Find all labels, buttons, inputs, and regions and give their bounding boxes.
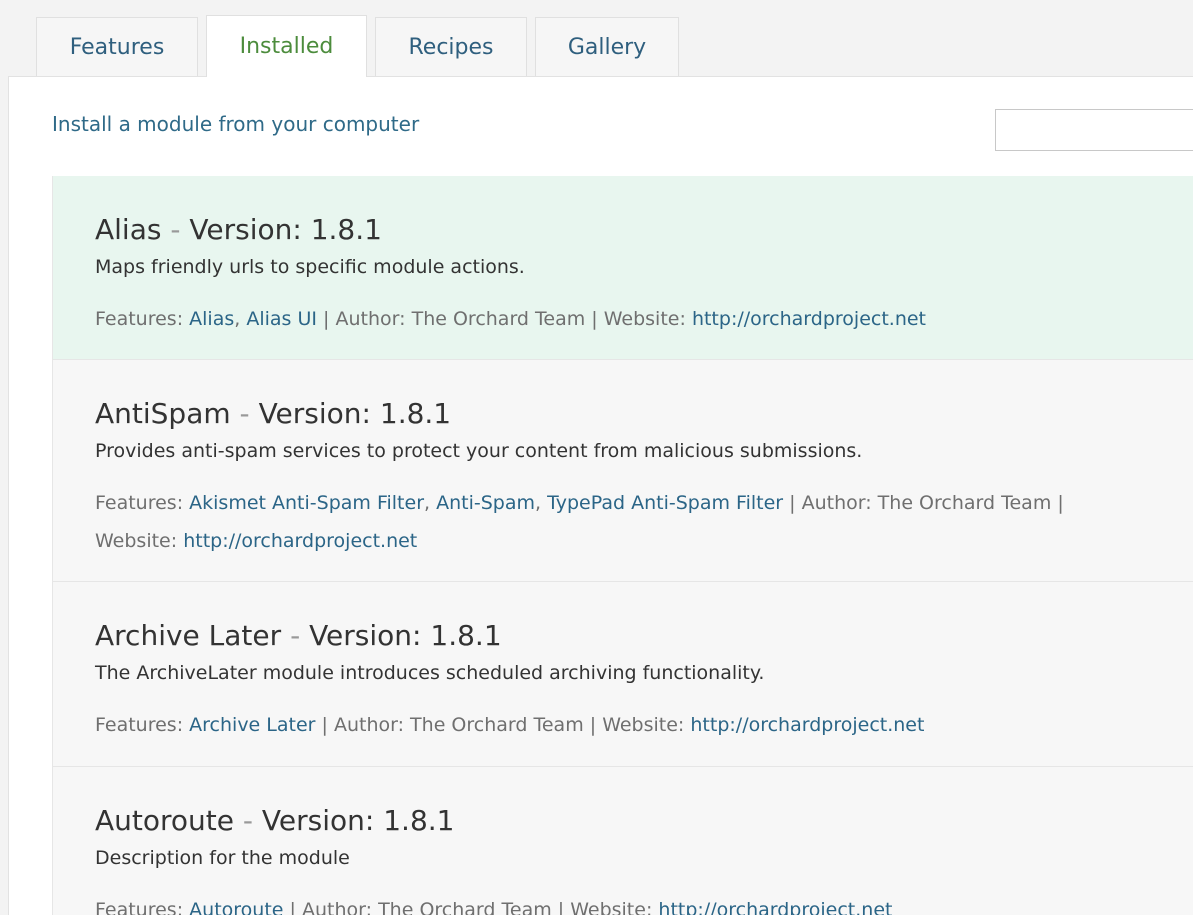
module-name: AntiSpam [95, 397, 231, 430]
module-item-autoroute: Autoroute - Version: 1.8.1 Description f… [53, 767, 1193, 915]
website-link[interactable]: http://orchardproject.net [690, 714, 924, 736]
search-input[interactable] [995, 109, 1193, 151]
website-link[interactable]: http://orchardproject.net [692, 308, 926, 330]
module-author: The Orchard Team [378, 899, 552, 915]
module-version: 1.8.1 [310, 213, 382, 246]
title-separator: - [170, 213, 181, 246]
tab-recipes[interactable]: Recipes [375, 17, 527, 77]
website-label: Website: [95, 530, 178, 552]
module-item-antispam: AntiSpam - Version: 1.8.1 Provides anti-… [53, 360, 1193, 582]
website-link[interactable]: http://orchardproject.net [658, 899, 892, 915]
website-label: Website: [603, 308, 686, 330]
module-name: Alias [95, 213, 162, 246]
module-version: 1.8.1 [383, 804, 455, 837]
module-author: The Orchard Team [411, 308, 586, 330]
features-label: Features: [95, 714, 184, 736]
feature-link-akismet[interactable]: Akismet Anti-Spam Filter [189, 492, 424, 514]
version-label: Version: [309, 619, 422, 652]
module-title: Autoroute - Version: 1.8.1 [95, 803, 1193, 839]
features-label: Features: [95, 492, 184, 514]
version-label: Version: [261, 804, 375, 837]
website-label: Website: [570, 899, 653, 915]
website-link[interactable]: http://orchardproject.net [183, 530, 417, 552]
module-item-archive-later: Archive Later - Version: 1.8.1 The Archi… [53, 582, 1193, 767]
author-label: Author: [801, 492, 872, 514]
installed-panel: Install a module from your computer Alia… [8, 76, 1193, 915]
module-meta: Features: Akismet Anti-Spam Filter, Anti… [95, 492, 1064, 552]
author-label: Author: [301, 899, 373, 915]
title-separator: - [290, 619, 301, 652]
module-version: 1.8.1 [430, 619, 502, 652]
tab-bar: Features Installed Recipes Gallery [36, 15, 687, 77]
module-list: Alias - Version: 1.8.1 Maps friendly url… [52, 176, 1193, 915]
author-label: Author: [333, 714, 404, 736]
features-label: Features: [95, 308, 184, 330]
version-label: Version: [189, 213, 302, 246]
website-label: Website: [602, 714, 685, 736]
install-module-link[interactable]: Install a module from your computer [52, 112, 419, 136]
title-separator: - [242, 804, 254, 837]
author-label: Author: [335, 308, 406, 330]
module-author: The Orchard Team [410, 714, 584, 736]
tab-installed[interactable]: Installed [206, 15, 367, 77]
tab-features[interactable]: Features [36, 17, 198, 77]
module-version: 1.8.1 [379, 397, 452, 430]
module-description: The ArchiveLater module introduces sched… [95, 662, 765, 684]
feature-link-typepad[interactable]: TypePad Anti-Spam Filter [547, 492, 783, 514]
module-title: Archive Later - Version: 1.8.1 [95, 618, 1193, 654]
module-title: AntiSpam - Version: 1.8.1 [95, 396, 1193, 432]
module-name: Autoroute [95, 804, 234, 837]
feature-link-autoroute[interactable]: Autoroute [189, 899, 283, 915]
version-label: Version: [258, 397, 371, 430]
feature-link-alias-ui[interactable]: Alias UI [246, 308, 317, 330]
title-separator: - [239, 397, 250, 430]
module-title: Alias - Version: 1.8.1 [95, 212, 1193, 248]
module-description: Description for the module [95, 847, 350, 869]
module-meta: Features: Archive Later | Author: The Or… [95, 714, 925, 736]
module-meta: Features: Alias, Alias UI | Author: The … [95, 308, 926, 330]
feature-link-anti-spam[interactable]: Anti-Spam [436, 492, 535, 514]
feature-link-alias[interactable]: Alias [189, 308, 234, 330]
module-item-alias: Alias - Version: 1.8.1 Maps friendly url… [53, 176, 1193, 360]
features-label: Features: [95, 899, 184, 915]
module-name: Archive Later [95, 619, 282, 652]
feature-link-archive-later[interactable]: Archive Later [189, 714, 315, 736]
module-description: Provides anti-spam services to protect y… [95, 440, 863, 462]
module-description: Maps friendly urls to specific module ac… [95, 256, 525, 278]
tab-gallery[interactable]: Gallery [535, 17, 679, 77]
module-author: The Orchard Team [877, 492, 1052, 514]
module-meta: Features: Autoroute | Author: The Orchar… [95, 891, 1115, 915]
